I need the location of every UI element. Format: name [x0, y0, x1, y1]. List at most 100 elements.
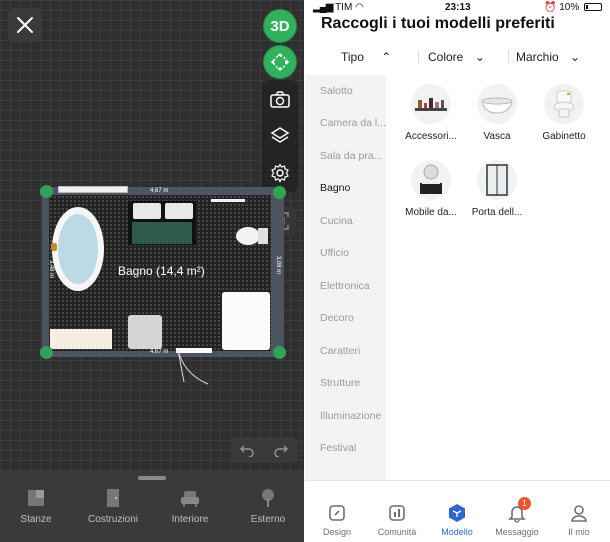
product-accessories[interactable]: Accessori... [393, 84, 469, 142]
category-item[interactable]: Sala da pra... [320, 150, 386, 162]
product-toilet[interactable]: Gabinetto [526, 84, 602, 142]
close-icon [17, 17, 33, 33]
category-item[interactable]: Cucina [320, 215, 386, 227]
bathtub-thumbnail [477, 84, 517, 124]
door-swing-arc [177, 350, 209, 385]
filter-divider [508, 50, 509, 64]
toilet-tank [258, 228, 268, 244]
filter-brand-label: Marchio [516, 50, 559, 64]
filter-color[interactable]: Colore ⌄ [428, 50, 485, 64]
wifi-icon: ◠ [355, 2, 364, 13]
dimension-bottom: 4,67 m [150, 349, 169, 355]
page-title: Raccogli i tuoi modelli preferiti [321, 15, 555, 32]
chevron-down-icon: ⌄ [474, 50, 485, 64]
menu-interior[interactable]: Interiore [154, 488, 226, 525]
move-icon [271, 53, 289, 71]
tree-icon [262, 489, 274, 507]
shower[interactable] [222, 292, 270, 350]
3d-view-button[interactable]: 3D [264, 10, 296, 42]
undo-icon[interactable] [240, 443, 254, 457]
tab-design[interactable]: Design [307, 503, 367, 537]
carrier-info: ▂▄▆ TIM ◠ [313, 2, 364, 13]
layers-icon [270, 127, 290, 143]
sink-right [165, 203, 193, 219]
tab-label: Il mio [568, 527, 590, 537]
category-item[interactable]: Salotto [320, 85, 386, 97]
category-item[interactable]: Camera da l... [320, 117, 386, 129]
menu-constructions[interactable]: Costruzioni [77, 488, 149, 525]
room-label[interactable]: Bagno (14,4 m²) [118, 264, 205, 278]
category-list: Salotto Camera da l... Sala da pra... Ba… [305, 75, 386, 480]
tab-label: Messaggio [495, 527, 539, 537]
settings-button[interactable] [269, 162, 291, 184]
user-icon [571, 505, 587, 522]
corner-handle-bottom-left[interactable] [40, 346, 53, 359]
menu-exterior-label: Esterno [250, 514, 286, 525]
undo-redo-group [230, 437, 298, 463]
menu-rooms[interactable]: Stanze [0, 488, 72, 525]
chevron-down-icon: ⌄ [570, 50, 581, 64]
move-tool-button[interactable] [264, 46, 296, 78]
faucet [51, 243, 57, 251]
chair[interactable] [128, 315, 162, 349]
filter-color-label: Colore [428, 50, 464, 64]
layers-button[interactable] [269, 125, 291, 147]
product-label: Vasca [483, 131, 511, 142]
door-icon [107, 489, 119, 507]
product-bathtub[interactable]: Vasca [459, 84, 535, 142]
filter-type[interactable]: Tipo ⌃ [341, 50, 391, 64]
product-label: Mobile da... [405, 207, 457, 218]
category-item[interactable]: Caratteri [320, 345, 386, 357]
filter-divider [418, 50, 419, 64]
category-item[interactable]: Elettronica [320, 280, 386, 292]
tab-label: Design [322, 527, 351, 537]
tab-profile[interactable]: Il mio [549, 503, 609, 537]
filter-brand[interactable]: Marchio ⌄ [516, 50, 580, 64]
battery-info: ⏰ 10% [544, 2, 602, 13]
menu-exterior[interactable]: Esterno [232, 488, 304, 525]
category-item[interactable]: Strutture [320, 377, 386, 389]
corner-handle-bottom-right[interactable] [273, 346, 286, 359]
tab-model[interactable]: Modello [427, 503, 487, 537]
product-shower-door[interactable]: Porta dell... [459, 160, 535, 218]
sink-left [133, 203, 161, 219]
model-catalog: ▂▄▆ TIM ◠ 23:13 ⏰ 10% Raccogli i tuoi mo… [305, 0, 610, 542]
rooms-icon [28, 490, 44, 506]
menu-interior-label: Interiore [171, 514, 209, 525]
toilet[interactable] [236, 227, 260, 245]
product-vanity[interactable]: Mobile da... [393, 160, 469, 218]
drag-handle[interactable] [138, 476, 166, 480]
dimension-left: 3,48 m [48, 259, 55, 279]
product-label: Porta dell... [471, 207, 523, 218]
window[interactable] [58, 186, 128, 193]
window-small[interactable] [211, 199, 245, 202]
category-item-active[interactable]: Bagno [320, 182, 386, 194]
category-item[interactable]: Ufficio [320, 247, 386, 259]
vanity-thumbnail [411, 160, 451, 200]
tab-label: Comunità [377, 527, 417, 537]
armchair-icon [181, 491, 199, 507]
product-label: Accessori... [405, 131, 457, 142]
tab-community[interactable]: Comunità [367, 503, 427, 537]
product-label: Gabinetto [542, 131, 586, 142]
battery-percent: 10% [559, 2, 580, 13]
floor-planner-canvas[interactable]: 3D Bagno (14,4 m²) 4,67 m 4,67 m 3,48 m … [0, 0, 304, 542]
carrier-name: TIM [335, 2, 353, 13]
camera-button[interactable] [269, 89, 291, 111]
shower-door-thumbnail [477, 160, 517, 200]
clock: 23:13 [445, 2, 471, 13]
corner-handle-top-right[interactable] [273, 186, 286, 199]
category-item[interactable]: Illuminazione [320, 410, 386, 422]
filter-bar: Tipo ⌃ Colore ⌄ Marchio ⌄ [305, 44, 610, 70]
corner-handle-top-left[interactable] [40, 185, 53, 198]
status-bar: ▂▄▆ TIM ◠ 23:13 ⏰ 10% [305, 0, 610, 16]
notification-badge: 1 [518, 497, 531, 510]
category-item[interactable]: Festival [320, 442, 386, 454]
gear-icon [271, 163, 289, 183]
toilet-thumbnail [544, 84, 584, 124]
bench[interactable] [50, 329, 112, 349]
redo-icon[interactable] [274, 443, 288, 457]
close-button[interactable] [8, 8, 42, 42]
category-item[interactable]: Decoro [320, 312, 386, 324]
tab-messages[interactable]: 1 Messaggio [487, 497, 547, 537]
